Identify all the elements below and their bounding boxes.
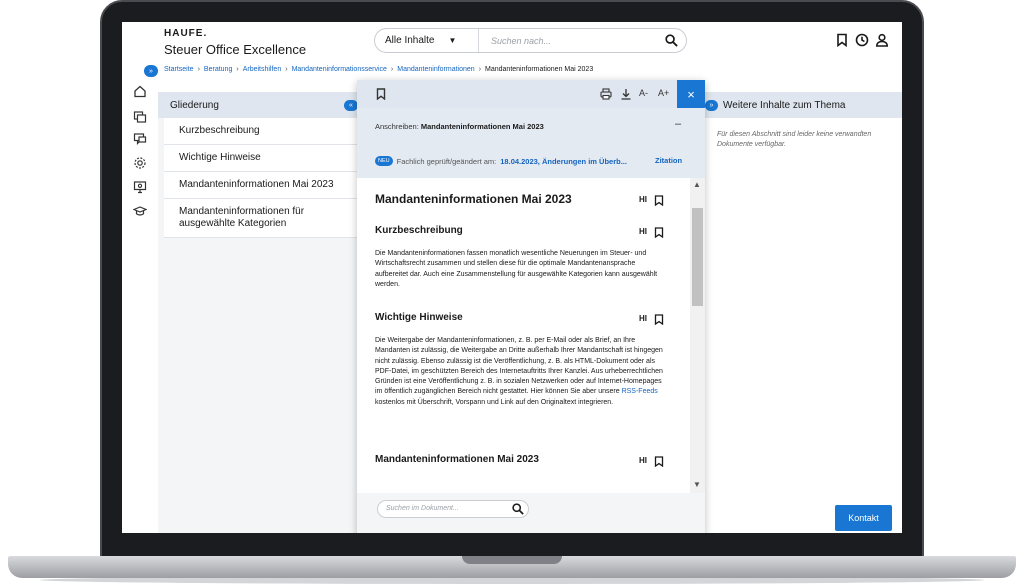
search-button[interactable] <box>656 34 686 47</box>
related-title: Weitere Inhalte zum Thema <box>705 92 902 118</box>
breadcrumb-separator-icon: › <box>478 66 482 73</box>
hi-marker[interactable]: HI <box>639 195 647 204</box>
chevron-down-icon: ▼ <box>448 36 457 45</box>
document-toolbar: A- A+ × <box>357 80 705 108</box>
outline-title: Gliederung <box>158 92 358 118</box>
bookmark-icon[interactable] <box>654 193 664 207</box>
breadcrumb-separator-icon: › <box>285 66 288 73</box>
document-viewer: A- A+ × Anschreiben: Mandanteninformatio… <box>357 80 705 533</box>
section-text: Die Weitergabe der Mandanteninformatione… <box>375 336 667 408</box>
contact-button[interactable]: Kontakt <box>835 505 892 531</box>
breadcrumb-item[interactable]: Mandanteninformationsservice <box>292 66 387 73</box>
print-icon[interactable] <box>600 88 612 100</box>
meta-collapse-button[interactable]: – <box>675 118 681 130</box>
outline-collapse-button[interactable]: « <box>344 100 358 111</box>
section-text-part: kostenlos mit Überschrift, Vorspann und … <box>375 398 614 406</box>
section-text: Die Mandanteninformationen fassen monatl… <box>375 250 658 288</box>
meta-letter-label: Anschreiben: <box>375 122 419 131</box>
laptop-notch <box>462 556 562 564</box>
bookmark-icon[interactable] <box>654 225 664 239</box>
breadcrumb: Startseite › Beratung › Arbeitshilfen › Mandan… <box>164 66 593 73</box>
app-title: Steuer Office Excellence <box>164 42 307 57</box>
breadcrumb-separator-icon: › <box>197 66 200 73</box>
citation-link[interactable]: Zitation <box>655 156 682 165</box>
breadcrumb-separator-icon: › <box>390 66 394 73</box>
settings-gear-icon[interactable] <box>133 156 147 170</box>
breadcrumb-item[interactable]: Beratung <box>204 66 232 73</box>
outline-list: Kurzbeschreibung Wichtige Hinweise Manda… <box>164 118 358 238</box>
document-meta: Anschreiben: Mandanteninformationen Mai … <box>357 108 705 178</box>
user-icon[interactable] <box>875 33 889 47</box>
hi-marker[interactable]: HI <box>639 227 647 236</box>
outline-panel: Gliederung « Kurzbeschreibung Wichtige H… <box>158 92 358 533</box>
history-clock-icon[interactable] <box>855 33 869 47</box>
chevron-down-icon[interactable]: ▼ <box>693 480 701 489</box>
breadcrumb-item[interactable]: Mandanteninformationen <box>397 66 474 73</box>
sidebar-expand-button[interactable]: » <box>144 65 158 77</box>
outline-item[interactable]: Wichtige Hinweise <box>164 145 358 172</box>
presentation-icon[interactable] <box>133 180 147 194</box>
rss-feeds-link[interactable]: RSS-Feeds <box>622 388 658 395</box>
document-scrollbar[interactable]: ▲ ▼ <box>690 178 705 493</box>
section-heading: Mandanteninformationen Mai 2023 <box>375 454 539 465</box>
chat-icon[interactable] <box>133 132 147 146</box>
new-badge: NEU <box>375 156 393 166</box>
icon-rail <box>122 80 158 533</box>
graduation-cap-icon[interactable] <box>132 204 148 218</box>
download-icon[interactable] <box>620 88 632 100</box>
document-body: Mandanteninformationen Mai 2023 HI Kurzb… <box>357 178 690 493</box>
documents-icon[interactable] <box>133 110 147 124</box>
search-icon <box>664 34 678 47</box>
close-document-button[interactable]: × <box>677 80 705 108</box>
breadcrumb-separator-icon: › <box>236 66 239 73</box>
meta-letter-line: Anschreiben: Mandanteninformationen Mai … <box>375 122 544 131</box>
outline-item[interactable]: Mandanteninformationen für ausgewählte K… <box>164 199 358 238</box>
breadcrumb-item[interactable]: Startseite <box>164 66 194 73</box>
home-icon[interactable] <box>133 84 147 98</box>
outline-item[interactable]: Kurzbeschreibung <box>164 118 358 145</box>
meta-checked-label: Fachlich geprüft/geändert am: <box>396 156 497 166</box>
search-scope-select[interactable]: Alle Inhalte ▼ <box>375 29 479 52</box>
document-search-placeholder: Suchen im Dokument... <box>386 505 459 512</box>
search-input[interactable]: Suchen nach... <box>479 36 656 46</box>
font-smaller-button[interactable]: A- <box>639 88 651 100</box>
hi-marker[interactable]: HI <box>639 456 647 465</box>
section-text-part: Die Weitergabe der Mandanteninformatione… <box>375 337 663 396</box>
document-title: Mandanteninformationen Mai 2023 <box>375 192 572 206</box>
related-expand-button[interactable]: » <box>705 100 718 111</box>
document-footer: Suchen im Dokument... <box>357 493 705 533</box>
meta-checked-value[interactable]: 18.04.2023, Änderungen im Überb... <box>500 157 627 166</box>
breadcrumb-current: Mandanteninformationen Mai 2023 <box>485 66 594 73</box>
bookmark-icon[interactable] <box>375 88 387 101</box>
section-heading: Wichtige Hinweise <box>375 312 463 323</box>
haufe-logo[interactable]: HAUFE. <box>164 28 207 39</box>
bookmark-icon[interactable] <box>835 33 849 48</box>
related-empty-message: Für diesen Abschnitt sind leider keine v… <box>717 131 872 148</box>
scrollbar-thumb[interactable] <box>692 208 703 306</box>
bookmark-icon[interactable] <box>654 454 664 468</box>
app-screen: HAUFE. Steuer Office Excellence Alle Inh… <box>122 22 902 533</box>
global-search-bar: Alle Inhalte ▼ Suchen nach... <box>374 28 687 53</box>
search-scope-label: Alle Inhalte <box>385 35 435 46</box>
font-larger-button[interactable]: A+ <box>658 88 670 100</box>
meta-letter-title: Mandanteninformationen Mai 2023 <box>420 122 544 131</box>
hi-marker[interactable]: HI <box>639 314 647 323</box>
laptop-frame: HAUFE. Steuer Office Excellence Alle Inh… <box>0 0 1024 586</box>
bookmark-icon[interactable] <box>654 312 664 326</box>
outline-item[interactable]: Mandanteninformationen Mai 2023 <box>164 172 358 199</box>
section-heading: Kurzbeschreibung <box>375 225 463 236</box>
chevron-up-icon[interactable]: ▲ <box>693 180 701 189</box>
meta-checked-line: NEU Fachlich geprüft/geändert am: 18.04.… <box>375 156 627 166</box>
breadcrumb-item[interactable]: Arbeitshilfen <box>243 66 282 73</box>
search-icon[interactable] <box>512 503 524 515</box>
header-actions <box>835 33 889 48</box>
related-content-panel: Weitere Inhalte zum Thema » Für diesen A… <box>705 92 902 533</box>
document-search-input[interactable]: Suchen im Dokument... <box>377 500 529 518</box>
